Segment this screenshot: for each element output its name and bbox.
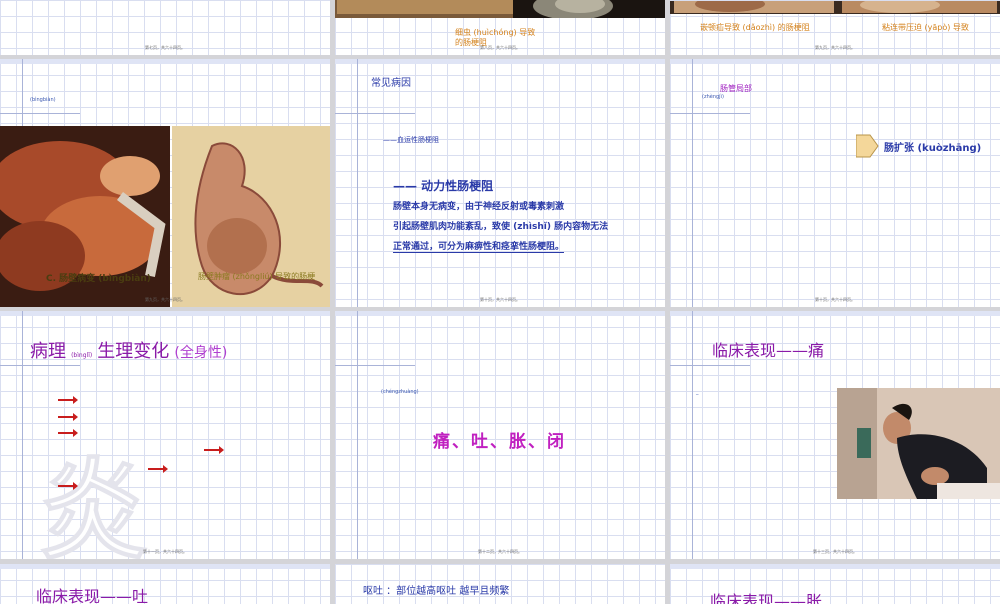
arrow-shape [856,134,879,158]
slide-footer: 第十页，共六十四页。 [480,297,520,302]
top-band [0,59,330,64]
slide-thumbnail-vomit-detail[interactable]: 呕吐 ：部位越高呕吐 越早且频繁 [335,564,665,604]
four-symptoms: 痛、吐、胀、闭 [433,432,566,452]
pinyin-note: (zhèngjì) [702,94,724,100]
patient-image-svg [837,388,1000,499]
hernia-images-svg [670,0,1000,14]
arrow-2 [58,413,78,421]
dilation-label: 肠扩张 (kuòzhāng) [884,143,982,154]
slide-thumbnail-vomit[interactable]: 临床表现——吐 [0,564,330,604]
slide-thumbnail-intestinal-wall[interactable]: (bìngbiàn) C. 肠壁病变 (bìngbiàn) 肠壁肿瘤 (zhǒn… [0,59,330,307]
guide-hline [0,365,80,366]
item-vascular: ——血运性肠梗阻 [383,136,439,144]
slide-title: 临床表现——吐 [36,587,149,604]
slide-thumbnail-local-changes[interactable]: 肠管局部 (zhèngjì) 肠扩张 (kuòzhāng) 第十页，共六十四页。 [670,59,1000,307]
top-band [335,59,665,64]
pinyin-note: (chéngzhuàng) [381,389,419,395]
arrow-4 [204,446,224,454]
slide-footer: 第九页，共六十四页。 [815,45,855,50]
item-dynamic: —— 动力性肠梗阻 [393,179,494,193]
arrow-6 [58,482,78,490]
body-line3: 正常通过，可分为麻痹性和痉挛性肠梗阻。 [393,239,565,253]
arrow-1 [58,396,78,404]
patient-pain-photo [837,388,1000,499]
slide-thumbnail-symptoms[interactable]: (chéngzhuàng) 痛、吐、胀、闭 第十二页，共六十四页。 [335,311,665,559]
caption-left: 嵌顿疝导致 (dǎozhì) 的肠梗阻 [700,23,810,32]
slide-thumbnail-pathophysiology[interactable]: 病理 (bìnglǐ) 生理变化 (全身性) 炎 第十一页，共六十四页。 [0,311,330,559]
tiny-note: _ [696,389,699,395]
top-band [670,59,1000,64]
slide-footer: 第八页，共六十四页。 [480,45,520,50]
title-a: 病理 [30,341,66,362]
slide-title: 临床表现——痛 [712,341,825,360]
guide-vline [692,311,693,559]
top-band [0,311,330,316]
guide-hline [670,113,750,114]
slide-footer: 第十三页，共六十四页。 [813,549,857,554]
slide-thumbnail-9[interactable]: 嵌顿疝导致 (dǎozhì) 的肠梗阻 粘连带压迫 (yāpò) 导致 第九页，… [670,0,1000,55]
slide-thumbnail-7[interactable]: 第七页，共六十四页。 [0,0,330,55]
section-title: C. 肠壁病变 (bìngbiàn) [46,274,151,284]
heading: 肠管局部 [720,84,752,93]
arrow-5 [148,465,168,473]
slide-thumbnail-pain[interactable]: 临床表现——痛 _ 第十三页，共六十四页。 [670,311,1000,559]
guide-vline [692,59,693,307]
heading: 常见病因 [371,78,411,89]
slide-footer: 第十二页，共六十四页。 [478,549,522,554]
guide-vline [357,59,358,307]
slide-thumbnail-common-causes[interactable]: 常见病因 ——血运性肠梗阻 —— 动力性肠梗阻 肠壁本身无病变，由于神经反射或毒… [335,59,665,307]
top-band [670,311,1000,316]
top-band [0,564,330,569]
top-band [670,564,1000,569]
slide-footer: 第九页，共六十四页。 [145,297,185,302]
slide-footer: 第十一页，共六十四页。 [143,549,187,554]
guide-vline [357,311,358,559]
slide-footer: 第七页，共六十四页。 [145,45,185,50]
guide-vline [22,311,23,559]
slide-thumbnail-distension[interactable]: 临床表现——胀 [670,564,1000,604]
body-line2: 引起肠壁肌肉功能紊乱，致使 (zhìshǐ) 肠内容物无法 [393,222,609,232]
hernia-photos [670,0,1000,14]
arrow-3 [58,429,78,437]
guide-hline [335,365,415,366]
title-pinyin: (bìnglǐ) [71,352,93,359]
slide-footer: 第十页，共六十四页。 [815,297,855,302]
pinyin-note: (bìngbiàn) [30,97,56,103]
title-c: (全身性) [174,345,228,361]
slide-thumbnail-8[interactable]: 细虫 (huìchóng) 导致 的肠梗阻 第八页，共六十四页。 [335,0,665,55]
title-b: 生理变化 [97,341,170,362]
tumor-caption: 肠壁肿瘤 (zhǒngliú) 导致的肠梗 [198,272,316,281]
body-line1: 肠壁本身无病变，由于神经反射或毒素刺激 [393,202,565,212]
guide-hline [0,113,80,114]
vomit-text: 呕吐 ：部位越高呕吐 越早且频繁 [363,586,510,597]
slide-title: 临床表现——胀 [710,592,823,604]
caption-right: 粘连带压迫 (yāpò) 导致 [882,23,969,32]
top-band [335,311,665,316]
roundworm-image-svg [335,0,665,18]
watermark-character: 炎 [38,447,149,560]
guide-hline [335,113,415,114]
roundworm-photo [335,0,665,18]
guide-hline [670,365,750,366]
slide-title: 病理 (bìnglǐ) 生理变化 (全身性) [30,337,227,363]
